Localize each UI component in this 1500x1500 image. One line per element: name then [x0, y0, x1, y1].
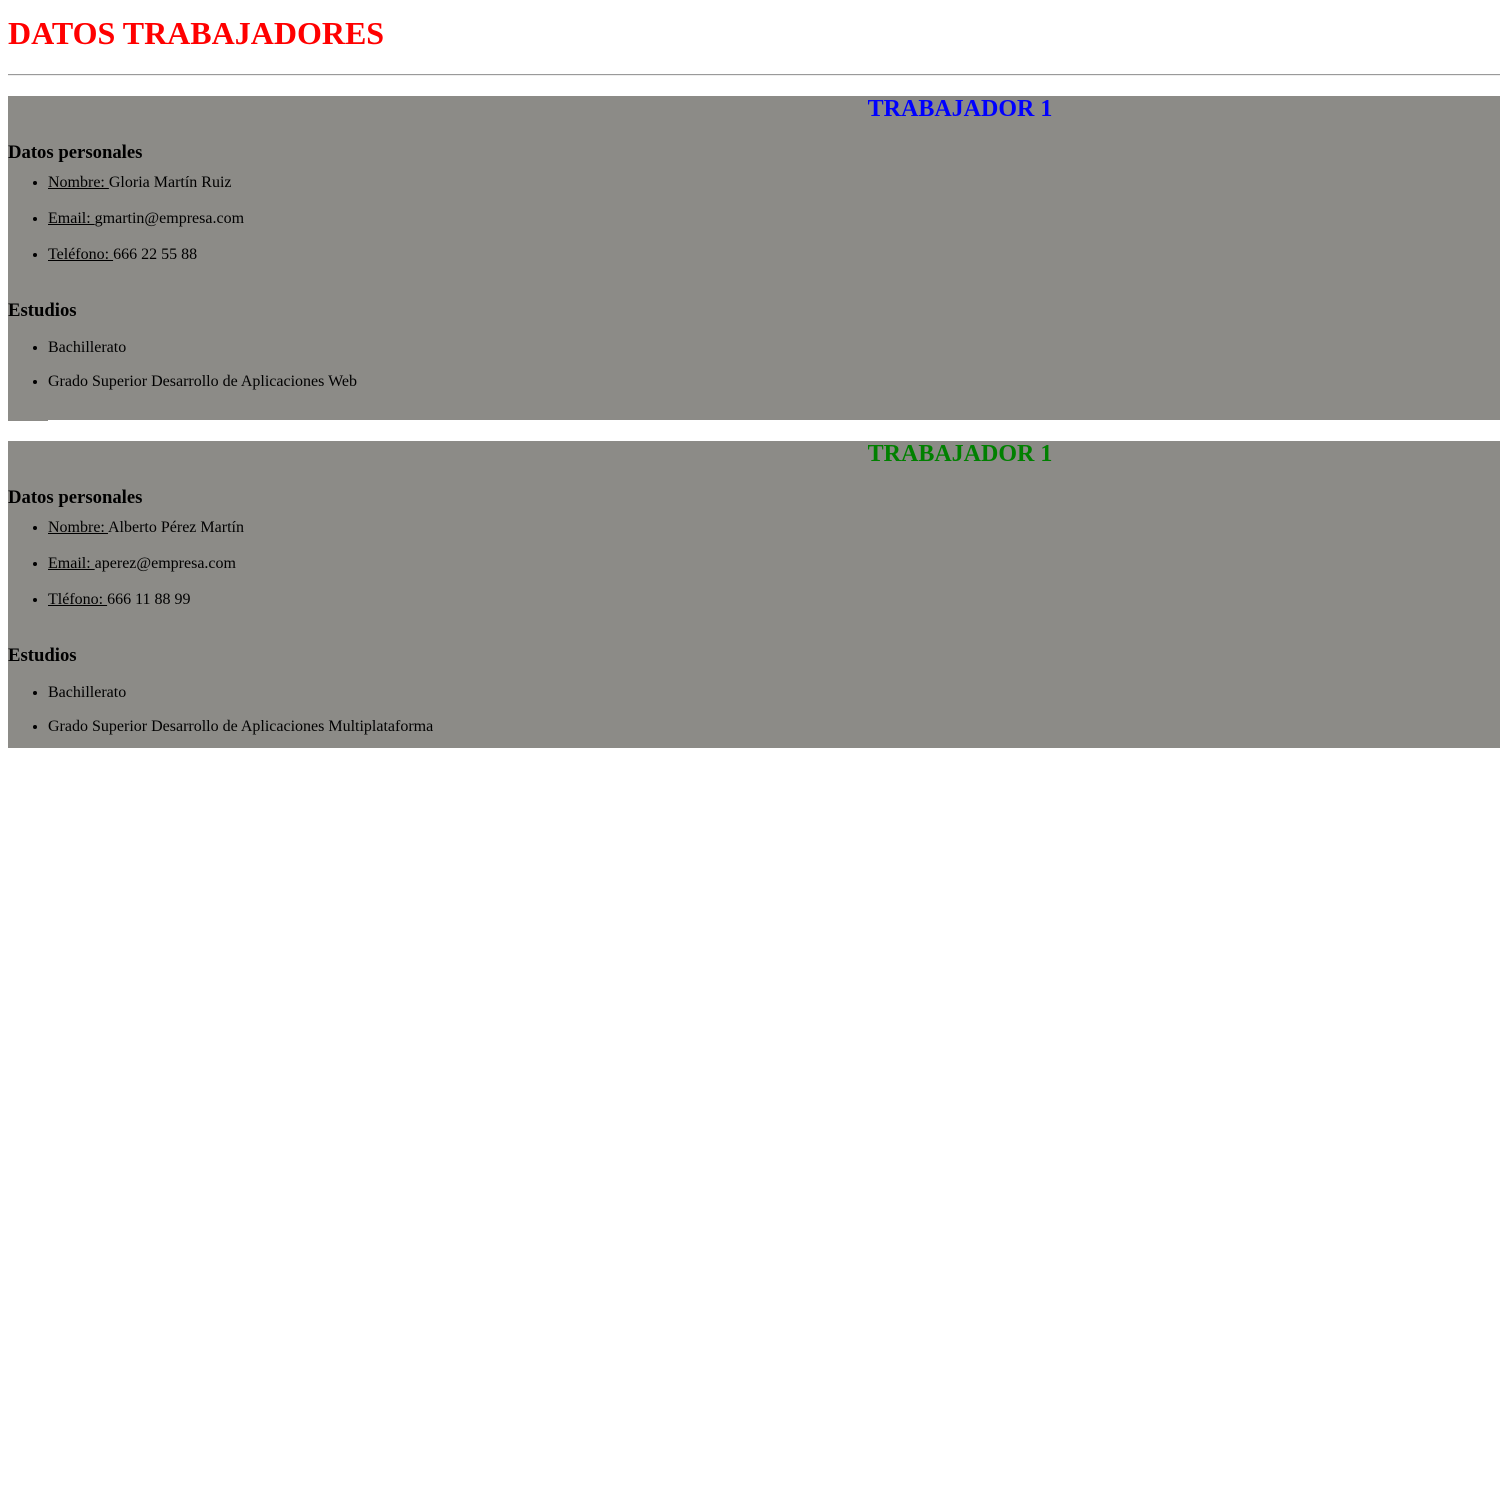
field-label: Email:: [48, 555, 95, 572]
field-label: Nombre:: [48, 519, 108, 536]
field-value: aperez@empresa.com: [94, 555, 236, 572]
list-item: Grado Superior Desarrollo de Aplicacione…: [48, 373, 1500, 391]
field-value: Gloria Martín Ruiz: [108, 174, 232, 191]
page-title: DATOS TRABAJADORES: [8, 15, 385, 51]
worker-card-1: TRABAJADOR 1 Datos personales Nombre: Gl…: [8, 96, 1500, 421]
field-label: Tléfono:: [48, 591, 108, 608]
list-item-name: Nombre: Alberto Pérez Martín: [48, 519, 1500, 537]
field-value: 666 11 88 99: [107, 591, 191, 608]
worker-title: TRABAJADOR 1: [867, 96, 1053, 122]
field-label: Teléfono:: [48, 246, 114, 263]
field-label: Nombre:: [48, 174, 109, 191]
divider: [8, 74, 1500, 76]
personal-data-list: Nombre: Alberto Pérez Martín Email: aper…: [8, 519, 1500, 609]
field-label: Email:: [48, 210, 95, 227]
list-item: Grado Superior Desarrollo de Aplicacione…: [48, 718, 1500, 736]
field-value: 666 22 55 88: [113, 246, 198, 263]
field-value: gmartin@empresa.com: [94, 210, 245, 227]
list-item: Bachillerato: [48, 339, 1500, 357]
personal-data-list: Nombre: Gloria Martín Ruiz Email: gmarti…: [8, 174, 1500, 264]
worker-title: TRABAJADOR 1: [867, 441, 1053, 467]
list-item-phone: Teléfono: 666 22 55 88: [48, 246, 1500, 264]
field-value: Alberto Pérez Martín: [108, 519, 244, 536]
list-item-email: Email: gmartin@empresa.com: [48, 210, 1500, 228]
personal-data-heading: Datos personales: [8, 142, 143, 163]
studies-heading: Estudios: [8, 645, 77, 666]
studies-heading: Estudios: [8, 300, 77, 321]
list-item-name: Nombre: Gloria Martín Ruiz: [48, 174, 1500, 192]
studies-list: Bachillerato Grado Superior Desarrollo d…: [8, 684, 1500, 736]
list-item-email: Email: aperez@empresa.com: [48, 555, 1500, 573]
worker-card-2: TRABAJADOR 1 Datos personales Nombre: Al…: [8, 441, 1500, 748]
divider: [8, 420, 48, 421]
list-item-phone: Tléfono: 666 11 88 99: [48, 591, 1500, 609]
list-item: Bachillerato: [48, 684, 1500, 702]
personal-data-heading: Datos personales: [8, 487, 143, 508]
studies-list: Bachillerato Grado Superior Desarrollo d…: [8, 339, 1500, 391]
